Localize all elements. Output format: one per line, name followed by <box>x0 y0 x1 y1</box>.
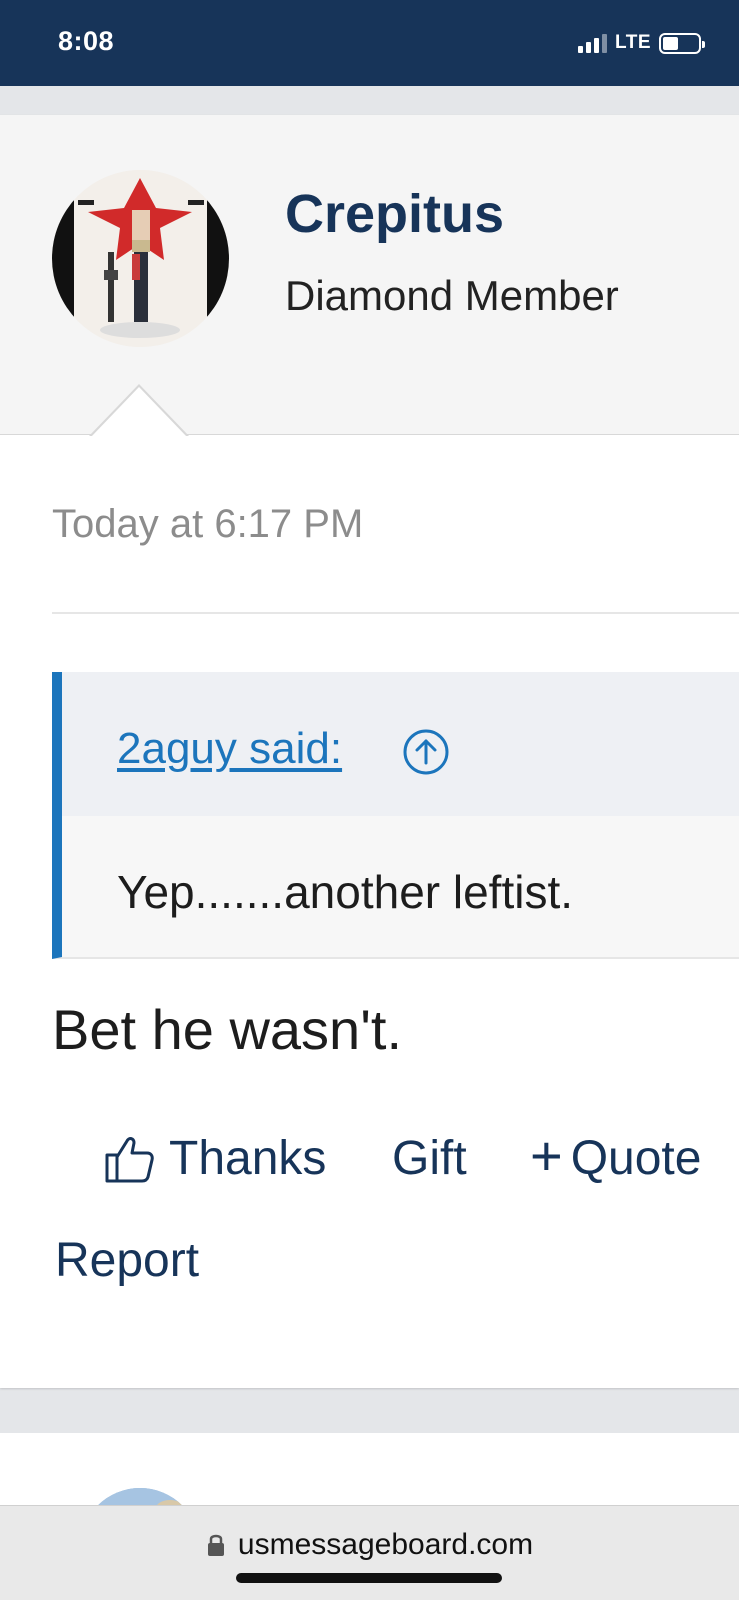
url-text: usmessageboard.com <box>237 1528 534 1561</box>
thanks-button[interactable]: Thanks <box>103 1131 326 1186</box>
user-title: Diamond Member <box>285 272 619 319</box>
status-bar: 8:08 LTE <box>0 0 739 86</box>
status-time: 8:08 <box>58 26 115 56</box>
pointer-arrow <box>91 387 187 437</box>
quote-button[interactable]: + Quote <box>530 1123 702 1187</box>
url-display[interactable]: usmessageboard.com <box>0 1528 739 1562</box>
network-label: LTE <box>615 32 651 53</box>
battery-icon <box>659 32 705 54</box>
home-indicator[interactable] <box>236 1573 502 1583</box>
status-indicators: LTE <box>578 31 705 55</box>
post-card: Crepitus Diamond Member Today at 6:17 PM… <box>0 115 739 1388</box>
post-body: Bet he wasn't. <box>52 998 402 1061</box>
lock-icon <box>207 1534 224 1556</box>
post-date[interactable]: Today at 6:17 PM <box>52 502 363 547</box>
report-button[interactable]: Report <box>55 1233 199 1288</box>
avatar-image <box>52 170 229 347</box>
thumbs-up-icon <box>105 1136 154 1182</box>
quote-author-link[interactable]: 2aguy said: <box>117 724 342 774</box>
quote-text: Yep.......another leftist. <box>117 866 574 918</box>
signal-icon <box>578 33 608 53</box>
thanks-label: Thanks <box>169 1132 327 1185</box>
divider <box>52 612 739 614</box>
quote-label: Quote <box>570 1132 702 1185</box>
arrow-up-circle-icon[interactable] <box>402 728 450 776</box>
quote-block: 2aguy said: Yep.......another leftist. <box>52 672 739 959</box>
gift-button[interactable]: Gift <box>392 1131 467 1186</box>
username[interactable]: Crepitus <box>285 183 504 245</box>
browser-url-bar[interactable]: usmessageboard.com <box>0 1505 739 1600</box>
user-avatar[interactable] <box>52 170 229 347</box>
plus-icon: + <box>530 1123 563 1187</box>
quote-header: 2aguy said: <box>62 672 739 816</box>
